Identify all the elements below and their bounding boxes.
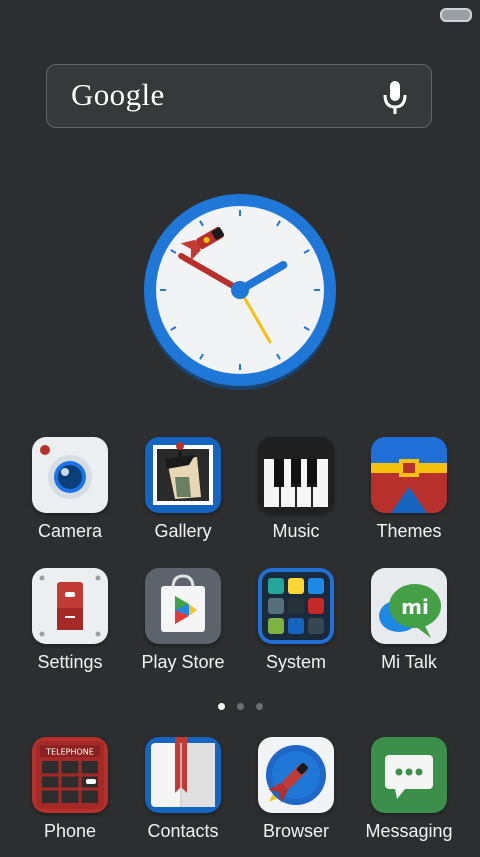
app-label: Camera	[37, 521, 103, 541]
telephone-sign-text: TELEPHONE	[45, 748, 94, 757]
battery-indicator-icon	[440, 8, 472, 22]
analog-clock-widget[interactable]	[140, 190, 340, 390]
app-label: Browser	[262, 821, 329, 841]
app-label: Gallery	[154, 521, 212, 541]
app-camera[interactable]: Camera	[14, 437, 126, 557]
app-mi-talk[interactable]: mi Mi Talk	[353, 568, 465, 688]
page-indicator[interactable]	[0, 703, 480, 713]
page-dot-3[interactable]	[255, 703, 263, 710]
page-dot-1[interactable]	[217, 703, 225, 710]
browser-rocket-icon	[258, 737, 334, 813]
app-play-store[interactable]: Play Store	[127, 568, 239, 688]
app-themes[interactable]: Themes	[353, 437, 465, 557]
message-bubble-icon	[371, 737, 447, 813]
app-label: Mi Talk	[381, 652, 437, 672]
app-label: Phone	[43, 821, 97, 841]
phone-booth-icon: TELEPHONE	[32, 737, 108, 813]
app-label: Music	[272, 521, 320, 541]
app-label: Themes	[376, 521, 442, 541]
dock-messaging[interactable]: Messaging	[353, 737, 465, 857]
app-settings[interactable]: Settings	[14, 568, 126, 688]
dock-browser[interactable]: Browser	[240, 737, 352, 857]
gallery-icon	[145, 437, 221, 513]
music-icon	[258, 437, 334, 513]
mi-talk-icon: mi	[371, 568, 447, 644]
contacts-book-icon	[145, 737, 221, 813]
app-gallery[interactable]: Gallery	[127, 437, 239, 557]
google-search-bar[interactable]: Google	[46, 64, 432, 128]
app-label: Messaging	[365, 821, 453, 841]
microphone-icon[interactable]	[383, 81, 407, 115]
page-dot-2[interactable]	[236, 703, 244, 710]
camera-icon	[32, 437, 108, 513]
dock-contacts[interactable]: Contacts	[127, 737, 239, 857]
app-label: Contacts	[147, 821, 219, 841]
settings-icon	[32, 568, 108, 644]
themes-icon	[371, 437, 447, 513]
mi-talk-bubble-text: mi	[401, 595, 429, 619]
app-system-folder[interactable]: System	[240, 568, 352, 688]
app-label: Play Store	[141, 652, 225, 672]
app-music[interactable]: Music	[240, 437, 352, 557]
dock-phone[interactable]: TELEPHONE Phone	[14, 737, 126, 857]
google-logo-text: Google	[71, 77, 165, 112]
app-label: Settings	[37, 652, 103, 672]
play-store-icon	[145, 568, 221, 644]
system-folder-icon	[258, 568, 334, 644]
app-label: System	[265, 652, 326, 672]
